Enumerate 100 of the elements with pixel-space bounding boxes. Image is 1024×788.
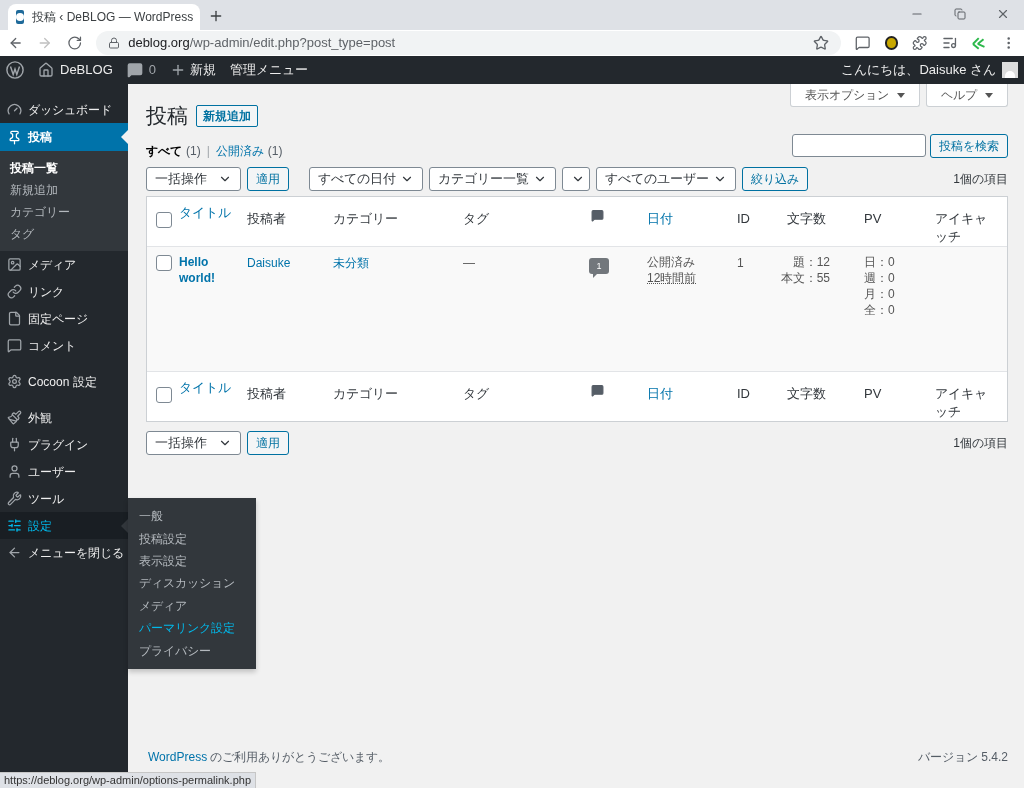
comment-count[interactable]: 0 xyxy=(148,60,156,80)
dropdown[interactable]: カテゴリー一覧 xyxy=(429,166,556,191)
screen-meta-tab[interactable]: ヘルプ xyxy=(926,84,1008,107)
wordpress-logo-icon[interactable] xyxy=(6,61,24,79)
column-heading: アイキャッチ xyxy=(935,384,988,421)
submenu-item[interactable]: 投稿一覧 xyxy=(0,157,128,179)
submenu-item[interactable]: 新規追加 xyxy=(0,179,128,201)
back-icon[interactable] xyxy=(8,35,24,51)
item-count: 1個の項目 xyxy=(953,434,1008,452)
flyout-item[interactable]: 一般 xyxy=(128,505,256,528)
screen-meta-tab[interactable]: 表示オプション xyxy=(790,84,920,107)
star-icon[interactable] xyxy=(813,35,830,51)
secondary-button[interactable]: 絞り込み xyxy=(742,166,808,191)
view-filter-link[interactable]: すべて xyxy=(146,141,182,160)
flyout-item[interactable]: パーマリンク設定 xyxy=(128,616,256,640)
pv-count: 月：0 xyxy=(864,285,896,302)
view-filter-link[interactable]: 公開済み xyxy=(215,141,264,160)
flyout-item[interactable]: プライバシー xyxy=(128,639,256,662)
paintbrush-icon xyxy=(7,410,22,425)
submenu-item[interactable]: カテゴリー xyxy=(0,201,128,223)
playlist-icon[interactable] xyxy=(941,35,958,51)
site-link[interactable]: DeBLOG xyxy=(60,60,113,80)
sidebar-item[interactable]: 固定ページ xyxy=(0,305,128,332)
add-new-button[interactable]: 新規追加 xyxy=(196,104,258,127)
extension-icon[interactable] xyxy=(855,35,871,51)
plug-icon xyxy=(7,437,22,452)
sortable-column-heading[interactable]: タイトル xyxy=(179,378,239,397)
address-bar[interactable]: deblog.org/wp-admin/edit.php?post_type=post xyxy=(96,31,842,55)
dropdown[interactable]: すべての日付 xyxy=(309,166,423,191)
speech-bubble-icon xyxy=(591,383,604,397)
flyout-item[interactable]: 表示設定 xyxy=(128,549,256,573)
checkbox[interactable] xyxy=(156,386,172,403)
lock-icon xyxy=(108,37,121,49)
new-link[interactable]: 新規 xyxy=(190,60,216,80)
dropdown[interactable]: すべてのユーザー xyxy=(596,166,736,191)
sortable-column-heading[interactable]: 日付 xyxy=(647,380,729,403)
secondary-button[interactable]: 適用 xyxy=(247,430,289,455)
browser-tab[interactable]: 投稿 ‹ DeBLOG — WordPress xyxy=(8,4,200,30)
category-link[interactable]: 未分類 xyxy=(333,255,369,270)
post-title-link[interactable]: Hello world! xyxy=(179,253,239,286)
home-icon xyxy=(38,62,54,78)
flyout-item[interactable]: 投稿設定 xyxy=(128,527,256,550)
sidebar-item[interactable]: 投稿 xyxy=(0,123,128,151)
extension-icon[interactable] xyxy=(884,36,899,50)
sortable-column-heading[interactable]: タイトル xyxy=(179,203,239,222)
checkbox[interactable] xyxy=(156,211,172,228)
admin-menu-link[interactable]: 管理メニュー xyxy=(230,60,308,80)
sidebar-item[interactable]: 設定 xyxy=(0,512,128,539)
close-icon[interactable] xyxy=(996,7,1010,21)
view-count: (1) xyxy=(267,142,283,160)
greeting-link[interactable]: こんにちは、Daisuke さん xyxy=(841,60,996,80)
sidebar-item[interactable]: メディア xyxy=(0,251,128,278)
dropdown[interactable]: 一括操作 xyxy=(146,430,241,455)
sidebar-item[interactable]: プラグイン xyxy=(0,431,128,458)
flyout-item[interactable]: ディスカッション xyxy=(128,572,256,595)
sidebar-item[interactable]: メニューを閉じる xyxy=(0,539,128,566)
char-count: 本文：55 xyxy=(780,269,830,286)
sidebar-item[interactable]: ツール xyxy=(0,485,128,512)
column-heading: 投稿者 xyxy=(247,384,287,403)
sliders-icon xyxy=(7,518,22,533)
restore-icon[interactable] xyxy=(954,8,966,20)
sidebar-item[interactable]: ダッシュボード xyxy=(0,96,128,123)
search-field[interactable] xyxy=(792,134,926,157)
pin-icon xyxy=(7,129,22,145)
char-count: 題：12 xyxy=(792,253,830,270)
caret-icon xyxy=(985,92,993,98)
column-heading: ID xyxy=(737,384,751,403)
collapse-icon xyxy=(7,545,22,560)
flyout-item[interactable]: メディア xyxy=(128,594,256,617)
secondary-button[interactable]: 投稿を検索 xyxy=(930,133,1008,158)
speech-bubble-icon xyxy=(591,208,604,222)
column-heading: ID xyxy=(737,209,751,228)
pv-count: 全：0 xyxy=(864,301,896,318)
submenu-item[interactable]: タグ xyxy=(0,223,128,245)
comment-count-bubble[interactable]: 1 xyxy=(589,258,609,275)
reload-icon[interactable] xyxy=(66,35,83,51)
dropdown[interactable] xyxy=(562,166,590,191)
sidebar-item[interactable]: リンク xyxy=(0,278,128,305)
sidebar-item[interactable]: コメント xyxy=(0,332,128,359)
column-heading: カテゴリー xyxy=(333,209,399,228)
column-heading: PV xyxy=(864,384,883,403)
gauge-icon xyxy=(7,102,22,117)
column-heading: アイキャッチ xyxy=(935,209,988,246)
sidebar-item[interactable]: 外観 xyxy=(0,404,128,431)
checkbox[interactable] xyxy=(156,254,172,271)
page-icon xyxy=(7,311,22,326)
dropdown[interactable]: 一括操作 xyxy=(146,166,241,191)
gear-icon xyxy=(7,374,22,389)
sidebar-item[interactable]: ユーザー xyxy=(0,458,128,485)
secondary-button[interactable]: 適用 xyxy=(247,166,289,191)
new-tab-icon[interactable] xyxy=(208,8,224,24)
link-icon xyxy=(7,284,22,299)
puzzle-icon[interactable] xyxy=(912,35,928,51)
wordpress-link[interactable]: WordPress xyxy=(148,750,208,764)
sortable-column-heading[interactable]: 日付 xyxy=(647,205,729,228)
site-favicon-icon xyxy=(16,10,24,24)
sidebar-item[interactable]: Cocoon 設定 xyxy=(0,368,128,395)
tab-title: 投稿 ‹ DeBLOG — WordPress xyxy=(32,9,194,26)
speech-bubble-icon xyxy=(7,338,22,353)
author-link[interactable]: Daisuke xyxy=(247,255,291,270)
